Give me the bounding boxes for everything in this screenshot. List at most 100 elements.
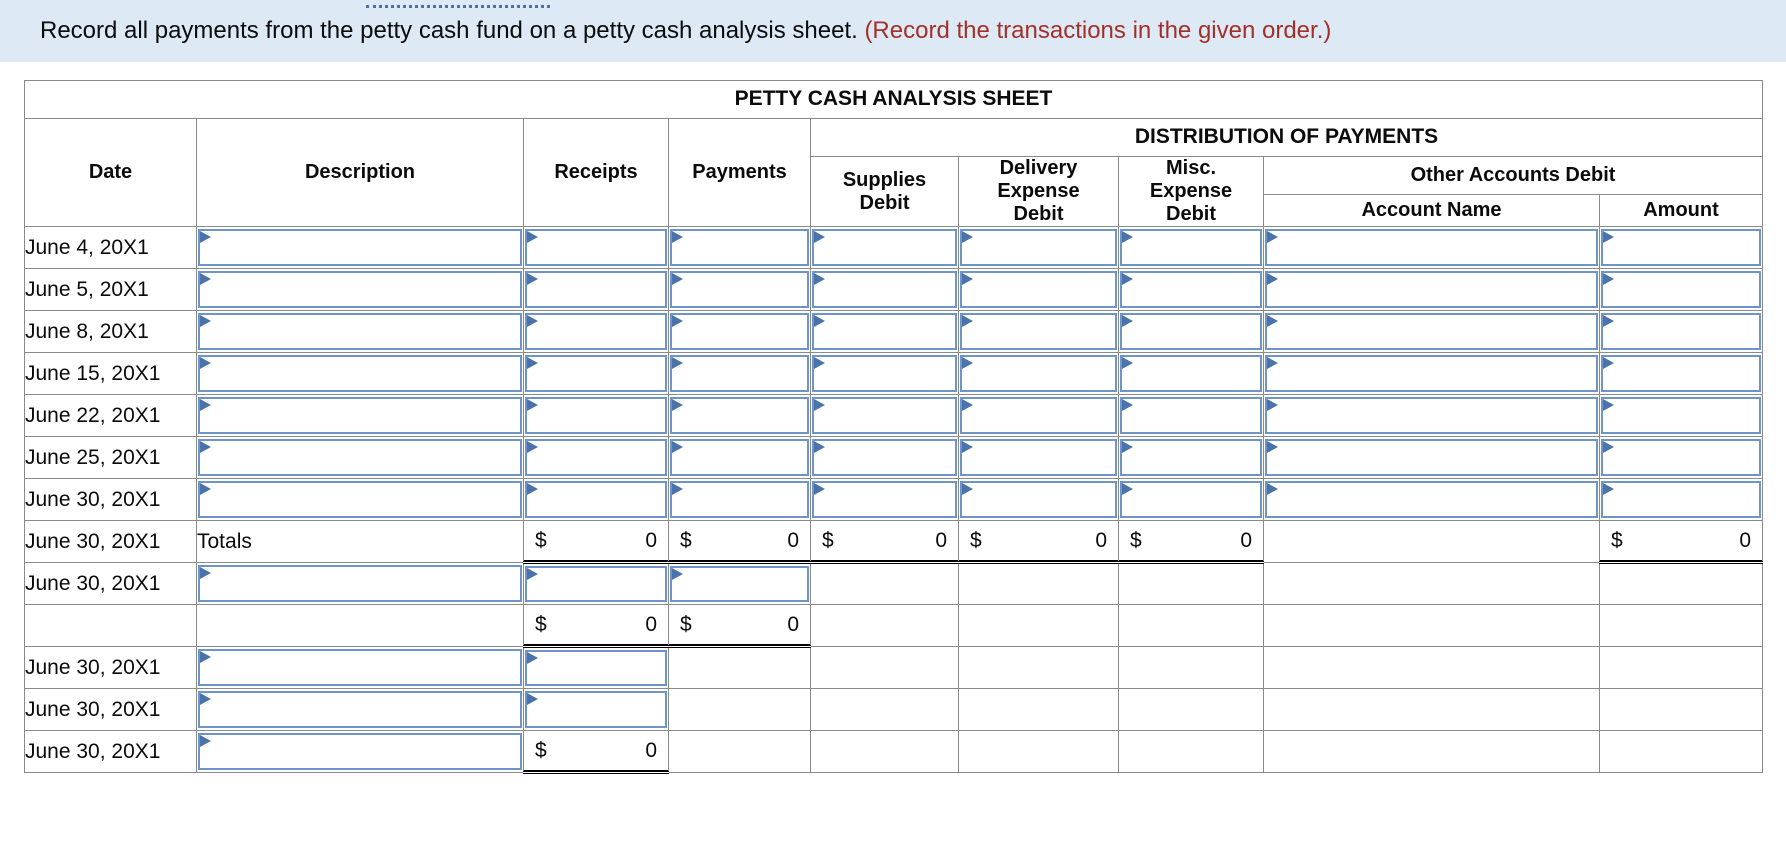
- supplies-debit-input[interactable]: [810, 436, 959, 479]
- payments-input[interactable]: [668, 436, 811, 479]
- description-input[interactable]: [196, 436, 524, 479]
- payments-field[interactable]: [670, 271, 809, 308]
- payments-input[interactable]: [668, 310, 811, 353]
- receipts-input[interactable]: [523, 688, 669, 731]
- payments-input[interactable]: [668, 394, 811, 437]
- receipts-input[interactable]: [523, 226, 669, 269]
- delivery-expense-input[interactable]: [958, 310, 1119, 353]
- payments-input[interactable]: [668, 226, 811, 269]
- receipts-field[interactable]: [525, 566, 667, 602]
- receipts-input[interactable]: [523, 352, 669, 395]
- amount-input[interactable]: [1599, 436, 1763, 479]
- misc-expense-input[interactable]: [1118, 352, 1264, 395]
- delivery-expense-input[interactable]: [958, 394, 1119, 437]
- description-input[interactable]: [196, 226, 524, 269]
- receipts-input[interactable]: [523, 310, 669, 353]
- description-input[interactable]: [196, 394, 524, 437]
- supplies-debit-input[interactable]: [810, 352, 959, 395]
- amount-field[interactable]: [1601, 355, 1761, 392]
- description-input[interactable]: [196, 562, 524, 605]
- receipts-input[interactable]: [523, 646, 669, 689]
- delivery-expense-field[interactable]: [960, 271, 1117, 308]
- description-field[interactable]: [198, 355, 522, 392]
- amount-input[interactable]: [1599, 352, 1763, 395]
- misc-expense-field[interactable]: [1120, 355, 1262, 392]
- description-field[interactable]: [198, 649, 522, 686]
- description-input[interactable]: [196, 268, 524, 311]
- receipts-field[interactable]: [525, 355, 667, 392]
- delivery-expense-field[interactable]: [960, 355, 1117, 392]
- amount-field[interactable]: [1601, 481, 1761, 518]
- misc-expense-input[interactable]: [1118, 310, 1264, 353]
- receipts-input[interactable]: [523, 394, 669, 437]
- payments-field[interactable]: [670, 566, 809, 602]
- receipts-field[interactable]: [525, 650, 667, 686]
- payments-input[interactable]: [668, 478, 811, 521]
- account-name-input[interactable]: [1263, 310, 1600, 353]
- misc-expense-input[interactable]: [1118, 268, 1264, 311]
- receipts-field[interactable]: [525, 313, 667, 350]
- delivery-expense-field[interactable]: [960, 439, 1117, 476]
- description-field[interactable]: [198, 691, 522, 728]
- receipts-field[interactable]: [525, 271, 667, 308]
- description-input[interactable]: [196, 310, 524, 353]
- account-name-field[interactable]: [1265, 481, 1598, 518]
- description-input[interactable]: [196, 688, 524, 731]
- misc-expense-input[interactable]: [1118, 394, 1264, 437]
- account-name-field[interactable]: [1265, 355, 1598, 392]
- misc-expense-input[interactable]: [1118, 436, 1264, 479]
- amount-field[interactable]: [1601, 439, 1761, 476]
- account-name-field[interactable]: [1265, 439, 1598, 476]
- account-name-input[interactable]: [1263, 436, 1600, 479]
- delivery-expense-input[interactable]: [958, 352, 1119, 395]
- misc-expense-field[interactable]: [1120, 229, 1262, 266]
- amount-field[interactable]: [1601, 313, 1761, 350]
- account-name-field[interactable]: [1265, 229, 1598, 266]
- misc-expense-input[interactable]: [1118, 478, 1264, 521]
- supplies-debit-input[interactable]: [810, 394, 959, 437]
- supplies-debit-input[interactable]: [810, 226, 959, 269]
- amount-field[interactable]: [1601, 397, 1761, 434]
- account-name-input[interactable]: [1263, 394, 1600, 437]
- amount-field[interactable]: [1601, 229, 1761, 266]
- delivery-expense-input[interactable]: [958, 226, 1119, 269]
- supplies-debit-field[interactable]: [812, 355, 957, 392]
- delivery-expense-field[interactable]: [960, 229, 1117, 266]
- delivery-expense-field[interactable]: [960, 313, 1117, 350]
- account-name-field[interactable]: [1265, 313, 1598, 350]
- description-field[interactable]: [198, 397, 522, 434]
- account-name-input[interactable]: [1263, 226, 1600, 269]
- misc-expense-field[interactable]: [1120, 397, 1262, 434]
- description-field[interactable]: [198, 229, 522, 266]
- delivery-expense-field[interactable]: [960, 481, 1117, 518]
- supplies-debit-field[interactable]: [812, 271, 957, 308]
- receipts-input[interactable]: [523, 268, 669, 311]
- amount-field[interactable]: [1601, 271, 1761, 308]
- account-name-input[interactable]: [1263, 478, 1600, 521]
- description-input[interactable]: [196, 478, 524, 521]
- receipts-field[interactable]: [525, 439, 667, 476]
- payments-input[interactable]: [668, 562, 811, 605]
- description-field[interactable]: [198, 565, 522, 602]
- amount-input[interactable]: [1599, 226, 1763, 269]
- description-input[interactable]: [196, 646, 524, 689]
- supplies-debit-field[interactable]: [812, 397, 957, 434]
- account-name-field[interactable]: [1265, 271, 1598, 308]
- payments-input[interactable]: [668, 268, 811, 311]
- receipts-field[interactable]: [525, 229, 667, 266]
- payments-field[interactable]: [670, 313, 809, 350]
- description-input[interactable]: [196, 352, 524, 395]
- payments-input[interactable]: [668, 352, 811, 395]
- receipts-input[interactable]: [523, 562, 669, 605]
- delivery-expense-input[interactable]: [958, 436, 1119, 479]
- supplies-debit-input[interactable]: [810, 268, 959, 311]
- description-field[interactable]: [198, 271, 522, 308]
- supplies-debit-field[interactable]: [812, 481, 957, 518]
- receipts-input[interactable]: [523, 436, 669, 479]
- payments-field[interactable]: [670, 229, 809, 266]
- account-name-input[interactable]: [1263, 352, 1600, 395]
- account-name-input[interactable]: [1263, 268, 1600, 311]
- receipts-field[interactable]: [525, 691, 667, 728]
- supplies-debit-field[interactable]: [812, 229, 957, 266]
- description-field[interactable]: [198, 439, 522, 476]
